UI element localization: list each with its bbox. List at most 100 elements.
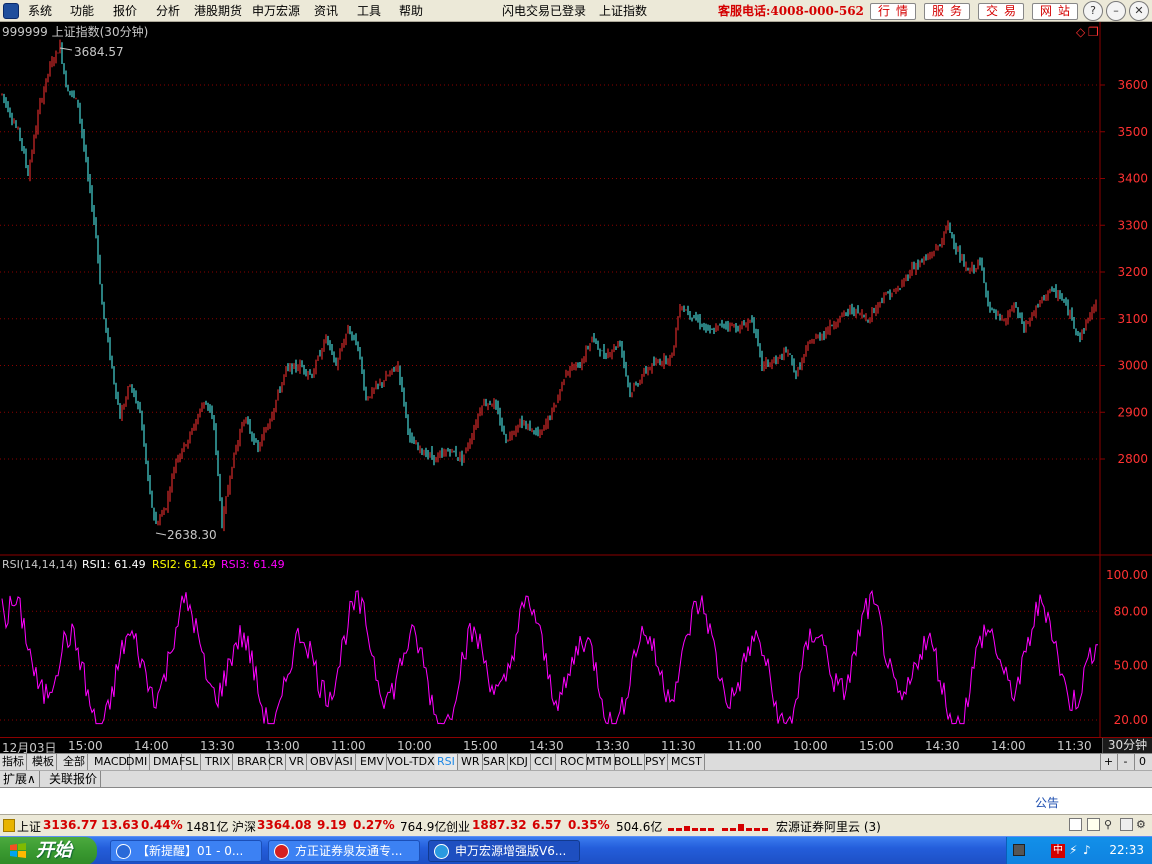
time-label: 15:00 [68,739,103,753]
tab-dmi[interactable]: DMI [124,754,151,770]
tab-psy[interactable]: PSY [643,754,669,770]
sh-label: 上证 [17,820,42,834]
time-label: 13:30 [595,739,630,753]
tab-trix[interactable]: TRIX [203,754,234,770]
tab-fsl[interactable]: FSL [177,754,202,770]
settings-icon[interactable]: ⚙ [1136,818,1149,831]
time-label: 11:00 [727,739,762,753]
time-label: 11:00 [331,739,366,753]
high-label: 3684.57 [74,45,124,59]
chat-icon[interactable] [1087,818,1100,831]
taskbar-item-founder[interactable]: 方正证券泉友通专... [268,840,420,862]
website-button[interactable]: 网站 [1032,3,1078,20]
menu-analysis[interactable]: 分析 [156,0,180,22]
hs-pct: 0.27% [353,818,395,832]
market-button[interactable]: 行情 [870,3,916,20]
kline-chart[interactable]: 3600 3500 3400 3300 3200 3100 3000 2900 2800 100… [0,22,1152,737]
rsi2-value: RSI2: 61.49 [152,558,216,571]
tab-cci[interactable]: CCI [532,754,556,770]
menu-function[interactable]: 功能 [70,0,94,22]
volume-icon[interactable]: ♪ [1083,843,1091,857]
tab-vol-tdx[interactable]: VOL-TDX [385,754,438,770]
cy-pct: 0.35% [568,818,610,832]
menu-quote[interactable]: 报价 [113,0,137,22]
tab-all[interactable]: 全部 [61,754,88,770]
notice-panel: 公告 [0,787,1152,814]
reset-button[interactable]: 0 [1134,754,1150,770]
time-label: 14:30 [925,739,960,753]
print-icon[interactable] [1120,818,1133,831]
time-label: 13:00 [265,739,300,753]
menu-news[interactable]: 资讯 [314,0,338,22]
status-bar: 上证 3136.77 13.63 0.44% 1481亿 沪深 3364.08 … [0,814,1152,836]
tab-mcst[interactable]: MCST [669,754,705,770]
tab-related-quotes[interactable]: 关联报价 [46,771,102,787]
sh-change: 13.63 [101,818,139,832]
tab-kdj[interactable]: KDJ [507,754,531,770]
tab-template[interactable]: 模板 [30,754,57,770]
layout-icon[interactable] [1069,818,1082,831]
time-label: 11:30 [661,739,696,753]
chart-mode-icon[interactable]: ◇ [1076,25,1086,39]
rsi1-value: RSI1: 61.49 [82,558,146,571]
tab-boll[interactable]: BOLL [612,754,646,770]
menu-help[interactable]: 帮助 [399,0,423,22]
service-button[interactable]: 服务 [924,3,970,20]
price-tick-label: 3500 [1117,125,1148,139]
tab-wr[interactable]: WR [459,754,483,770]
price-tick-label: 3100 [1117,312,1148,326]
price-tick-label: 3600 [1117,78,1148,92]
tab-indicator[interactable]: 指标 [0,754,27,770]
price-tick-label: 3300 [1117,218,1148,232]
time-label: 15:00 [859,739,894,753]
window-index-name: 上证指数 [599,4,648,18]
menu-tools[interactable]: 工具 [357,0,381,22]
cy-amount: 504.6亿 [616,820,663,834]
period-selector[interactable]: 30分钟 [1102,738,1152,754]
tab-extend[interactable]: 扩展∧ [0,771,40,787]
chart-title: 999999 上证指数(30分钟) [2,24,148,39]
price-tick-label: 2900 [1117,405,1148,419]
zoom-out-button[interactable]: - [1117,754,1133,770]
tab-asi[interactable]: ASI [333,754,356,770]
trade-button[interactable]: 交易 [978,3,1024,20]
tab-cr[interactable]: CR [266,754,287,770]
menu-swhy[interactable]: 申万宏源 [252,0,300,22]
tab-roc[interactable]: ROC [558,754,587,770]
rsi-tick-label: 100.00 [1106,568,1148,582]
menu-bar: 系统 功能 报价 分析 港股期货 申万宏源 资讯 工具 帮助 闪电交易已登录 上… [0,0,1152,22]
market-breadth-bars [668,824,768,831]
ime-icon[interactable]: 中 [1051,844,1065,858]
time-label: 11:30 [1057,739,1092,753]
price-tick-label: 3400 [1117,172,1148,186]
tab-emv[interactable]: EMV [358,754,387,770]
time-label: 15:00 [463,739,498,753]
hs-label: 沪深 [232,820,257,834]
rsi-tick-label: 20.00 [1114,713,1148,727]
time-axis: 12月03日 15:00 14:00 13:30 13:00 11:00 10:… [0,737,1152,755]
cy-change: 6.57 [532,818,562,832]
notice-link[interactable]: 公告 [1035,794,1059,811]
taskbar-item-swhy[interactable]: 申万宏源增强版V6... [428,840,580,862]
chart-restore-icon[interactable]: ❐ [1088,25,1099,39]
tab-brar[interactable]: BRAR [235,754,270,770]
network-icon[interactable]: ⚡ [1069,843,1077,857]
browser-icon [116,844,131,859]
tab-rsi[interactable]: RSI [435,754,458,770]
menu-hk-futures[interactable]: 港股期货 [194,0,242,22]
minimize-icon[interactable]: – [1106,1,1126,21]
keyboard-icon[interactable] [1013,844,1025,856]
rsi-tick-label: 80.00 [1114,604,1148,618]
help-icon[interactable]: ? [1083,1,1103,21]
start-button[interactable]: 开始 [0,837,97,864]
price-tick-label: 3200 [1117,265,1148,279]
signal-icon[interactable]: ⚲ [1104,818,1117,831]
taskbar: 开始 【新提醒】01 - 0... 方正证券泉友通专... 申万宏源增强版V6.… [0,836,1152,864]
close-icon[interactable]: ✕ [1129,1,1149,21]
zoom-in-button[interactable]: + [1100,754,1116,770]
taskbar-item-browser-1[interactable]: 【新提醒】01 - 0... [110,840,262,862]
tab-sar[interactable]: SAR [481,754,509,770]
tab-vr[interactable]: VR [287,754,308,770]
tab-mtm[interactable]: MTM [584,754,615,770]
menu-system[interactable]: 系统 [28,0,52,22]
